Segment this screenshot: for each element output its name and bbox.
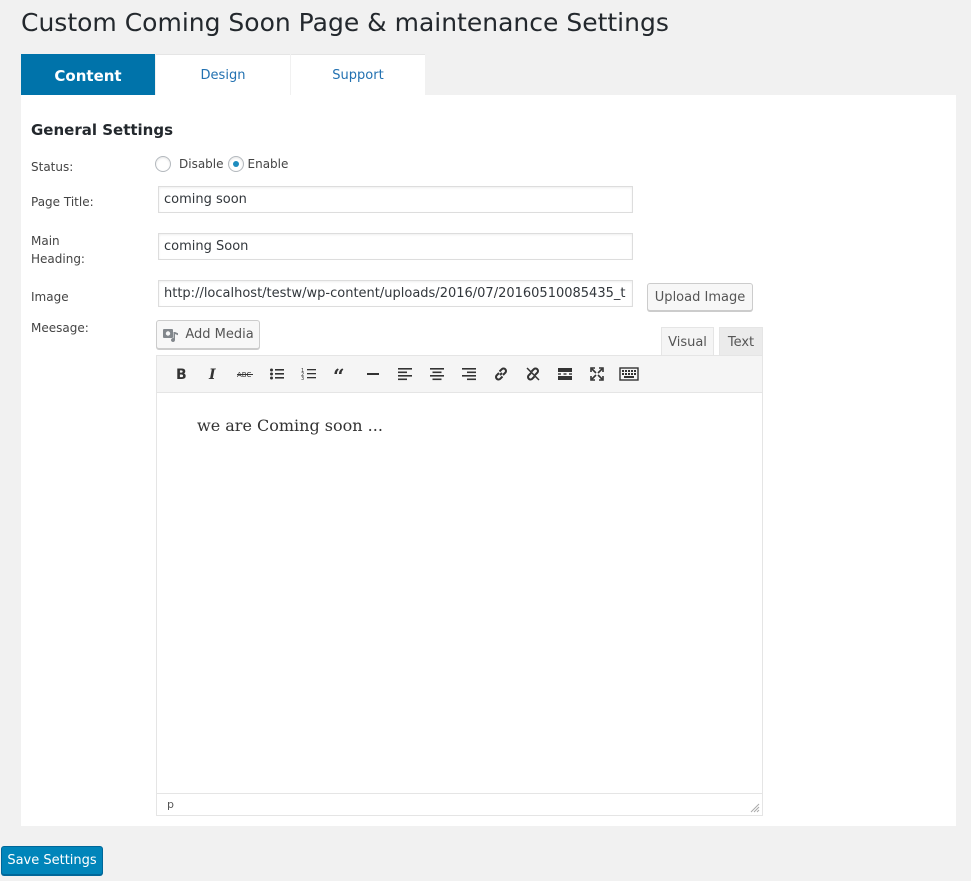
align-left-icon[interactable] — [389, 360, 421, 388]
link-icon[interactable] — [485, 360, 517, 388]
read-more-icon[interactable] — [549, 360, 581, 388]
unlink-icon[interactable] — [517, 360, 549, 388]
align-center-icon[interactable] — [421, 360, 453, 388]
status-enable-radio[interactable] — [227, 156, 244, 172]
toolbar-toggle-icon[interactable] — [613, 360, 645, 388]
svg-text:3: 3 — [301, 376, 304, 382]
resize-handle-icon[interactable] — [750, 803, 760, 813]
strikethrough-icon[interactable]: ABC — [229, 360, 261, 388]
tab-design[interactable]: Design — [156, 54, 290, 96]
status-label: Status: — [31, 160, 74, 174]
page-title-label: Page Title: — [31, 195, 94, 209]
svg-text:I: I — [208, 367, 216, 382]
upload-image-button[interactable]: Upload Image — [647, 283, 753, 311]
align-right-icon[interactable] — [453, 360, 485, 388]
italic-icon[interactable]: I — [197, 360, 229, 388]
tab-text[interactable]: Text — [719, 327, 763, 356]
status-disable-label[interactable]: Disable — [179, 157, 224, 171]
save-settings-button[interactable]: Save Settings — [1, 846, 103, 875]
main-heading-label: Main Heading: — [31, 232, 85, 268]
bold-icon[interactable]: B — [165, 360, 197, 388]
horizontal-rule-icon[interactable] — [357, 360, 389, 388]
svg-text:B: B — [176, 367, 187, 382]
status-disable-radio[interactable] — [155, 156, 171, 172]
editor-content[interactable]: we are Coming soon ... — [157, 394, 762, 794]
numbered-list-icon[interactable]: 123 — [293, 360, 325, 388]
editor-statusbar: p — [157, 793, 762, 815]
main-heading-label-line1: Main — [31, 234, 60, 248]
add-media-icon — [163, 328, 179, 342]
message-editor: B I ABC 123 “ — [156, 355, 763, 816]
tab-content[interactable]: Content — [21, 54, 155, 96]
fullscreen-icon[interactable] — [581, 360, 613, 388]
settings-tabs: Content Design Support — [21, 54, 426, 96]
image-url-input[interactable]: http://localhost/testw/wp-content/upload… — [158, 280, 633, 307]
page-title: Custom Coming Soon Page & maintenance Se… — [21, 8, 669, 37]
main-heading-input[interactable]: coming Soon — [158, 233, 633, 260]
blockquote-icon[interactable]: “ — [325, 360, 357, 388]
bullet-list-icon[interactable] — [261, 360, 293, 388]
message-label: Meesage: — [31, 321, 89, 335]
svg-text:“: “ — [333, 366, 345, 382]
page-title-input[interactable]: coming soon — [158, 186, 633, 213]
settings-panel: General Settings Status: Disable Enable … — [21, 95, 956, 826]
editor-toolbar: B I ABC 123 “ — [157, 356, 762, 393]
tab-support[interactable]: Support — [291, 54, 425, 96]
add-media-button[interactable]: Add Media — [156, 320, 260, 349]
tab-visual[interactable]: Visual — [661, 327, 714, 357]
main-heading-label-line2: Heading: — [31, 252, 85, 266]
status-radio-group: Disable Enable — [155, 156, 292, 172]
section-title: General Settings — [31, 121, 174, 139]
add-media-label: Add Media — [185, 327, 254, 342]
image-label: Image — [31, 290, 69, 304]
editor-paragraph[interactable]: we are Coming soon ... — [197, 416, 722, 435]
editor-path[interactable]: p — [167, 798, 174, 811]
status-enable-label[interactable]: Enable — [248, 157, 289, 171]
